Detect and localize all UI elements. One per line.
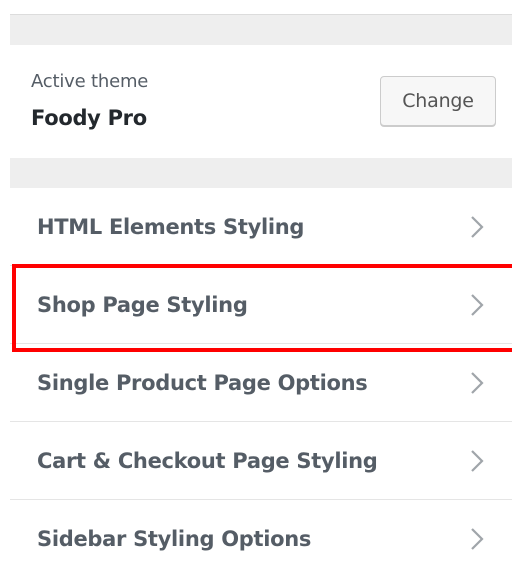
menu-item-sidebar-styling-options[interactable]: Sidebar Styling Options xyxy=(10,500,512,564)
customizer-menu: HTML Elements Styling Shop Page Styling … xyxy=(10,188,512,564)
menu-item-html-elements-styling[interactable]: HTML Elements Styling xyxy=(10,188,512,266)
active-theme-label: Active theme xyxy=(31,71,149,92)
chevron-right-icon xyxy=(471,215,484,238)
menu-item-label: Shop Page Styling xyxy=(37,292,248,317)
change-theme-button[interactable]: Change xyxy=(380,76,496,126)
chevron-right-icon xyxy=(471,449,484,472)
chevron-right-icon xyxy=(471,293,484,316)
menu-item-label: Cart & Checkout Page Styling xyxy=(37,448,378,473)
menu-item-single-product-page-options[interactable]: Single Product Page Options xyxy=(10,344,512,422)
menu-item-cart-checkout-page-styling[interactable]: Cart & Checkout Page Styling xyxy=(10,422,512,500)
menu-item-shop-page-styling[interactable]: Shop Page Styling xyxy=(10,266,512,344)
chevron-right-icon xyxy=(471,527,484,550)
top-divider-band xyxy=(10,14,512,45)
chevron-right-icon xyxy=(471,371,484,394)
menu-item-label: Single Product Page Options xyxy=(37,370,368,395)
menu-item-label: Sidebar Styling Options xyxy=(37,526,312,551)
menu-item-label: HTML Elements Styling xyxy=(37,214,305,239)
section-divider-band xyxy=(10,158,512,188)
customizer-panel: Active theme Foody Pro Change HTML Eleme… xyxy=(0,0,512,564)
active-theme-section: Active theme Foody Pro Change xyxy=(10,45,512,158)
active-theme-name: Foody Pro xyxy=(31,106,147,130)
